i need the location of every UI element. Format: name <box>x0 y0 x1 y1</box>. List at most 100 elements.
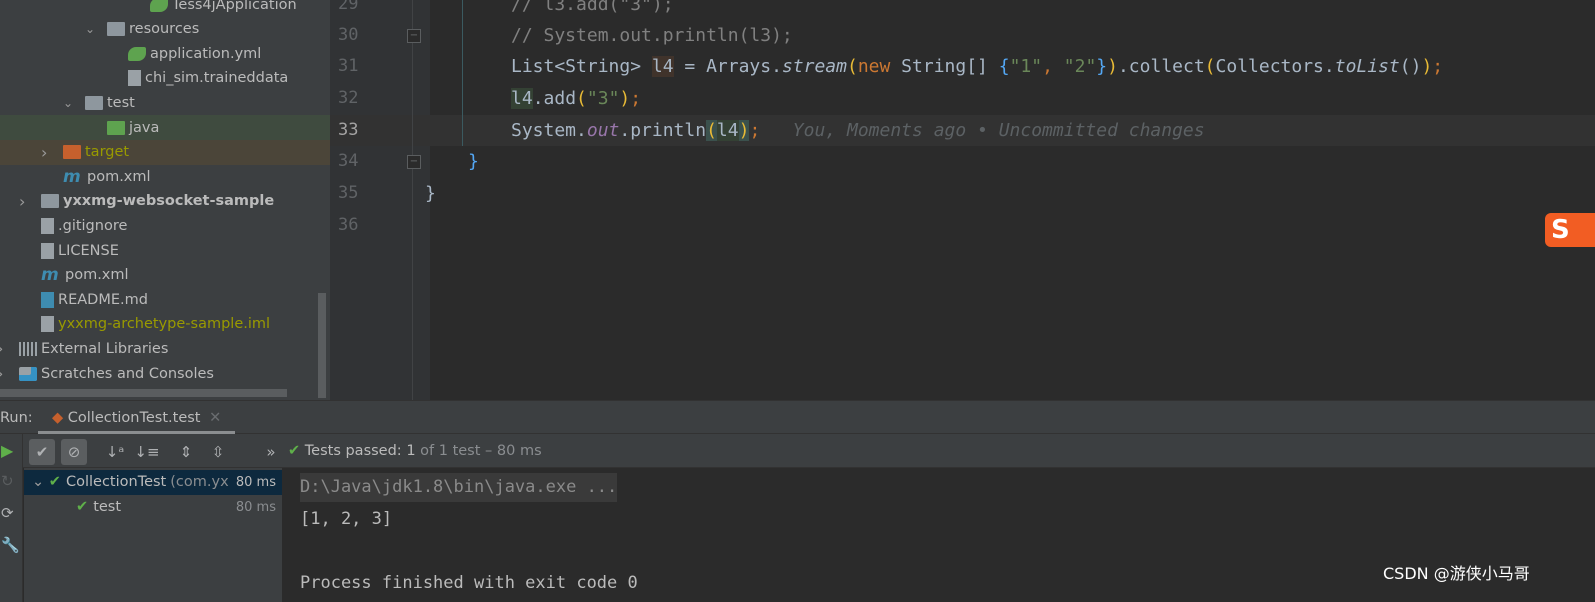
toggle-auto-test-icon[interactable]: ⟳ <box>1 504 14 522</box>
chevron-right-icon[interactable]: › <box>0 364 3 383</box>
run-toolbar: ✔ ⊘ ↓ᵃ ↓≡ ⇕ ⇳ » ✔ Tests passed: 1 of 1 t… <box>0 434 1595 468</box>
vertical-scrollbar[interactable] <box>318 293 326 398</box>
show-ignored-button[interactable]: ⊘ <box>61 439 87 465</box>
tree-item[interactable]: README.md <box>0 287 330 312</box>
expand-all-button[interactable]: ⇕ <box>173 439 199 465</box>
code-token: ) <box>1107 56 1118 77</box>
tree-item[interactable]: m pom.xml <box>0 263 330 288</box>
show-passed-button[interactable]: ✔ <box>29 439 55 465</box>
code-line: // l3.add("3"); <box>511 0 674 20</box>
tree-item[interactable]: › yxxmg-websocket-sample <box>0 189 330 214</box>
code-token: { <box>998 56 1010 77</box>
tree-item[interactable]: › Scratches and Consoles <box>0 361 330 386</box>
chevron-right-icon[interactable]: › <box>0 339 3 358</box>
rerun-icon[interactable]: ▶ <box>1 441 13 460</box>
tree-item-label: Tess4jApplication <box>172 0 297 13</box>
code-token: stream <box>781 56 847 77</box>
check-icon: ✔ <box>76 499 94 515</box>
line-number: 31 <box>338 56 359 76</box>
code-token: .add <box>532 88 577 109</box>
test-name: CollectionTest <box>65 474 167 490</box>
code-token: .println <box>619 120 707 141</box>
tree-item-label: chi_sim.traineddata <box>145 70 289 87</box>
run-tab-bar: Run: ◆ CollectionTest.test ✕ <box>0 400 1595 434</box>
chevron-right-icon[interactable]: › <box>19 192 25 211</box>
line-number: 32 <box>338 88 359 108</box>
more-icon[interactable]: » <box>258 439 284 465</box>
tree-item[interactable]: ⌄ test <box>0 90 330 115</box>
horizontal-scrollbar[interactable] <box>0 389 287 397</box>
code-token: ( <box>576 88 587 109</box>
test-tree-item[interactable]: ✔ test 80 ms <box>24 495 282 520</box>
tree-item[interactable]: m pom.xml <box>0 164 330 189</box>
project-tree-panel: Tess4jApplication ⌄ resources application.y… <box>0 0 330 400</box>
tree-item-label: pom.xml <box>65 267 129 284</box>
line-number: 34 <box>338 151 359 171</box>
code-token: l4 <box>716 120 739 141</box>
tree-item[interactable]: chi_sim.traineddata <box>0 66 330 91</box>
console-line: Process finished with exit code 0 <box>300 573 638 593</box>
spring-yml-icon <box>128 46 146 61</box>
fold-toggle-icon[interactable]: − <box>407 155 421 169</box>
line-number: 33 <box>338 120 359 140</box>
line-number: 35 <box>338 183 359 203</box>
chevron-down-icon[interactable]: ⌄ <box>63 96 73 110</box>
code-token: String[] <box>890 56 999 77</box>
fold-toggle-icon[interactable]: − <box>407 29 421 43</box>
chevron-down-icon[interactable]: ⌄ <box>85 22 95 36</box>
tree-item-label: resources <box>129 21 200 38</box>
tree-item[interactable]: › target <box>0 139 330 165</box>
run-label: Run: <box>0 410 33 426</box>
code-token: } <box>468 151 479 172</box>
code-token: new <box>857 56 891 77</box>
folder-icon <box>85 95 103 110</box>
code-token: ; <box>630 88 642 109</box>
code-line: // System.out.println(l3); <box>511 20 793 51</box>
console-line: [1, 2, 3] <box>300 509 393 529</box>
tree-item[interactable]: .gitignore <box>0 213 330 238</box>
line-number: 36 <box>338 215 359 235</box>
settings-wrench-icon[interactable]: 🔧 <box>1 536 20 554</box>
code-token: ( <box>846 56 858 77</box>
code-token: l4 <box>651 56 674 77</box>
tree-item[interactable]: yxxmg-archetype-sample.iml <box>0 312 330 337</box>
run-tab-collectiontest[interactable]: ◆ CollectionTest.test ✕ <box>38 401 236 434</box>
sort-alphabetically-button[interactable]: ↓ᵃ <box>102 439 128 465</box>
chevron-right-icon[interactable]: › <box>41 143 47 162</box>
status-suffix: of 1 test – 80 ms <box>420 443 542 459</box>
collapse-all-button[interactable]: ⇳ <box>205 439 231 465</box>
code-token: ; <box>1432 56 1444 77</box>
rerun-failed-icon[interactable]: ↻ <box>1 472 14 490</box>
code-token: System. <box>511 120 587 141</box>
tree-item[interactable]: Tess4jApplication <box>0 0 330 17</box>
code-token: "2" <box>1063 56 1097 77</box>
check-icon: ✔ <box>48 474 66 490</box>
code-token: () <box>1399 56 1422 77</box>
indent-guide <box>462 0 463 146</box>
tree-item-label: External Libraries <box>41 340 169 357</box>
tree-item[interactable]: LICENSE <box>0 238 330 263</box>
test-tree-item[interactable]: ⌄ ✔ CollectionTest (com.yx 80 ms <box>24 470 282 495</box>
text-file-icon <box>41 242 54 259</box>
tree-item[interactable]: › External Libraries <box>0 336 330 361</box>
csdn-logo-icon: S <box>1545 213 1595 247</box>
maven-icon: m <box>63 166 81 187</box>
code-line: l4.add("3"); <box>511 83 641 114</box>
code-token: "3" <box>586 88 620 109</box>
status-count: 1 <box>406 443 416 459</box>
gitignore-file-icon <box>41 217 54 234</box>
code-token: l4 <box>511 88 533 109</box>
code-line: } <box>425 178 436 209</box>
chevron-down-icon[interactable]: ⌄ <box>32 474 49 490</box>
close-tab-icon[interactable]: ✕ <box>209 410 221 426</box>
tree-item[interactable]: java <box>0 115 330 140</box>
code-token: = Arrays. <box>673 56 782 77</box>
tree-item[interactable]: application.yml <box>0 41 330 66</box>
test-status: ✔ Tests passed: 1 of 1 test – 80 ms <box>288 443 542 459</box>
code-token: .collect <box>1117 56 1205 77</box>
code-line: List<String> l4 = Arrays.stream(new Stri… <box>511 51 1443 82</box>
tree-item[interactable]: ⌄ resources <box>0 17 330 42</box>
spring-boot-class-icon <box>150 0 168 12</box>
test-package: (com.yx <box>170 474 229 490</box>
sort-by-duration-button[interactable]: ↓≡ <box>134 439 160 465</box>
